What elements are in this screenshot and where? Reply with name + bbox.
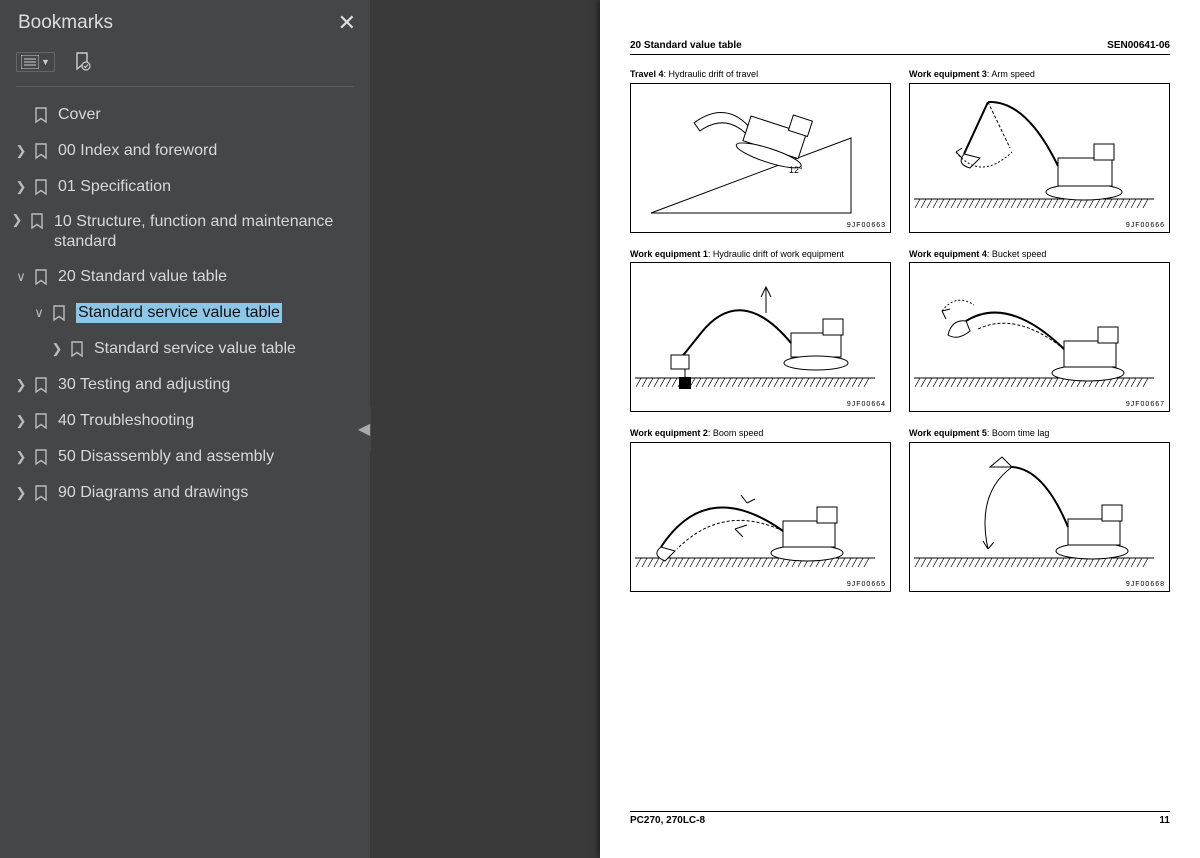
figure-title: Work equipment 2: Boom speed <box>630 428 891 440</box>
figure-code: 9JF00665 <box>847 581 886 588</box>
figure-box: 9JF00667 <box>909 262 1170 412</box>
bookmark-item[interactable]: ∨ 20 Standard value table <box>8 259 362 295</box>
bookmark-label: Standard service value table <box>76 303 282 323</box>
bookmark-item[interactable]: ❯ 01 Specification <box>8 169 362 205</box>
expand-caret-icon[interactable]: ❯ <box>12 449 30 465</box>
ribbon-tool-icon[interactable] <box>69 50 95 74</box>
bookmark-icon <box>32 412 50 430</box>
bookmark-item[interactable]: ❯ 90 Diagrams and drawings <box>8 475 362 511</box>
app-root: Bookmarks ✕ ▼ Cover ❯ 00 Index and forewor… <box>0 0 1200 858</box>
expand-caret-icon[interactable]: ❯ <box>12 143 30 159</box>
figure-work-drift <box>641 273 871 393</box>
figure-title: Work equipment 1: Hydraulic drift of wor… <box>630 249 891 261</box>
bookmark-item[interactable]: ❯ 40 Troubleshooting <box>8 403 362 439</box>
bookmark-label: 40 Troubleshooting <box>58 411 194 431</box>
collapse-handle-icon[interactable]: ◀ <box>357 407 371 451</box>
bookmark-item[interactable]: ❯ 00 Index and foreword <box>8 133 362 169</box>
bookmark-item[interactable]: ∨ Standard service value table <box>8 295 362 331</box>
bookmark-icon <box>32 178 50 196</box>
bookmark-label: 00 Index and foreword <box>58 141 217 161</box>
bookmark-tree[interactable]: Cover ❯ 00 Index and foreword ❯ 01 Specifica… <box>0 93 370 858</box>
expand-caret-icon[interactable]: ❯ <box>12 377 30 393</box>
bookmark-icon <box>50 304 68 322</box>
expand-caret-icon[interactable]: ❯ <box>12 179 30 195</box>
figure-card: Work equipment 4: Bucket speed 9JF00667 <box>909 249 1170 413</box>
bookmark-icon <box>32 268 50 286</box>
bookmark-item[interactable]: ❯ 50 Disassembly and assembly <box>8 439 362 475</box>
left-column: Travel 4: Hydraulic drift of travel 12° 9J… <box>630 69 891 592</box>
bookmark-icon <box>32 448 50 466</box>
close-icon[interactable]: ✕ <box>338 12 356 34</box>
bookmark-label: 30 Testing and adjusting <box>58 375 230 395</box>
figure-box: 9JF00665 <box>630 442 891 592</box>
sidebar-divider <box>16 86 354 87</box>
figure-card: Work equipment 5: Boom time lag 9JF00668 <box>909 428 1170 592</box>
figure-card: Work equipment 1: Hydraulic drift of wor… <box>630 249 891 413</box>
figure-code: 9JF00664 <box>847 401 886 408</box>
expand-caret-icon[interactable]: ❯ <box>12 485 30 501</box>
page-viewport[interactable]: 20 Standard value table SEN00641-06 Trav… <box>600 0 1200 858</box>
figure-arm-speed <box>916 92 1152 216</box>
figure-card: Travel 4: Hydraulic drift of travel 12° 9J… <box>630 69 891 233</box>
figure-box: 9JF00668 <box>909 442 1170 592</box>
bookmark-icon <box>32 142 50 160</box>
right-column: Work equipment 3: Arm speed9JF00666Work … <box>909 69 1170 592</box>
bookmark-icon <box>32 106 50 124</box>
expand-caret-icon[interactable]: ∨ <box>30 305 48 321</box>
bookmarks-sidebar: Bookmarks ✕ ▼ Cover ❯ 00 Index and forewor… <box>0 0 370 858</box>
figure-boom-speed <box>637 459 873 577</box>
page-header-left: 20 Standard value table <box>630 40 742 51</box>
bookmark-label: Cover <box>58 105 101 125</box>
figure-code: 9JF00667 <box>1126 401 1165 408</box>
expand-caret-icon[interactable]: ❯ <box>48 341 66 357</box>
page-footer: PC270, 270LC-8 11 <box>630 811 1170 826</box>
figure-travel-drift: 12° <box>641 98 871 228</box>
bookmark-label: Standard service value table <box>94 339 296 359</box>
svg-text:12°: 12° <box>789 165 803 175</box>
page-footer-left: PC270, 270LC-8 <box>630 815 705 826</box>
figure-card: Work equipment 3: Arm speed 9JF00666 <box>909 69 1170 233</box>
bookmark-item[interactable]: ❯ Standard service value table <box>8 331 362 367</box>
expand-caret-icon[interactable]: ∨ <box>12 269 30 285</box>
figure-title: Work equipment 4: Bucket speed <box>909 249 1170 261</box>
figure-box: 9JF00666 <box>909 83 1170 233</box>
page-footer-right: 11 <box>1159 815 1170 826</box>
sidebar-title: Bookmarks <box>18 12 113 34</box>
expand-caret-icon[interactable]: ❯ <box>8 212 26 228</box>
options-dropdown[interactable]: ▼ <box>16 52 55 72</box>
page-gutter <box>370 0 600 858</box>
page-header: 20 Standard value table SEN00641-06 <box>630 40 1170 55</box>
pdf-page: 20 Standard value table SEN00641-06 Trav… <box>600 0 1200 858</box>
bookmark-item[interactable]: Cover <box>8 97 362 133</box>
figure-title: Travel 4: Hydraulic drift of travel <box>630 69 891 81</box>
bookmark-icon <box>68 340 86 358</box>
figure-boom-time-lag <box>916 453 1152 575</box>
bookmark-label: 90 Diagrams and drawings <box>58 483 248 503</box>
bookmark-label: 01 Specification <box>58 177 171 197</box>
figure-card: Work equipment 2: Boom speed 9JF00665 <box>630 428 891 592</box>
figure-code: 9JF00668 <box>1126 581 1165 588</box>
bookmark-label: 10 Structure, function and maintenance s… <box>54 212 362 252</box>
page-columns: Travel 4: Hydraulic drift of travel 12° 9J… <box>630 69 1170 592</box>
caret-down-icon: ▼ <box>41 57 50 67</box>
figure-bucket-speed <box>916 277 1152 397</box>
bookmark-icon <box>28 212 46 230</box>
figure-title: Work equipment 3: Arm speed <box>909 69 1170 81</box>
bookmark-icon <box>32 376 50 394</box>
expand-caret-icon[interactable]: ❯ <box>12 413 30 429</box>
page-header-right: SEN00641-06 <box>1107 40 1170 51</box>
figure-code: 9JF00666 <box>1126 222 1165 229</box>
bookmark-icon <box>32 484 50 502</box>
figure-title: Work equipment 5: Boom time lag <box>909 428 1170 440</box>
sidebar-toolbar: ▼ <box>0 44 370 84</box>
bookmark-label: 20 Standard value table <box>58 267 227 287</box>
bookmark-label: 50 Disassembly and assembly <box>58 447 274 467</box>
figure-box: 9JF00664 <box>630 262 891 412</box>
bookmark-item[interactable]: ❯ 30 Testing and adjusting <box>8 367 362 403</box>
sidebar-header: Bookmarks ✕ <box>0 0 370 44</box>
bookmark-item[interactable]: ❯ 10 Structure, function and maintenance … <box>8 205 362 259</box>
figure-code: 9JF00663 <box>847 222 886 229</box>
figure-box: 12° 9JF00663 <box>630 83 891 233</box>
